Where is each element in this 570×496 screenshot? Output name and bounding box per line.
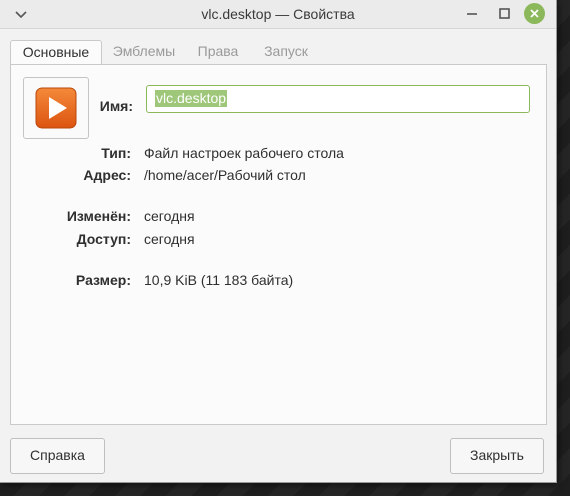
tab-launch[interactable]: Запуск [254, 40, 318, 64]
help-button[interactable]: Справка [10, 438, 105, 474]
minimize-icon[interactable] [462, 4, 482, 24]
location-value: /home/acer/Рабочий стол [144, 167, 306, 183]
tab-basic[interactable]: Основные [10, 40, 102, 66]
title-bar[interactable]: vlc.desktop — Свойства [0, 0, 556, 29]
accessed-value: сегодня [144, 231, 195, 247]
name-label: Имя: [99, 98, 133, 114]
basic-panel: Имя: vlc.desktop Тип: Файл настроек рабо… [10, 64, 547, 425]
size-label: Размер: [75, 272, 131, 288]
type-label: Тип: [101, 145, 131, 161]
size-value: 10,9 KiB (11 183 байта) [144, 272, 294, 288]
type-value: Файл настроек рабочего стола [144, 145, 344, 161]
location-label: Адрес: [83, 167, 131, 183]
maximize-icon[interactable] [494, 4, 514, 24]
accessed-label: Доступ: [76, 231, 131, 247]
name-input-value[interactable]: vlc.desktop [155, 90, 228, 107]
tab-emblems[interactable]: Эмблемы [104, 40, 184, 64]
name-input[interactable]: vlc.desktop [146, 85, 530, 113]
close-icon[interactable] [524, 3, 545, 24]
tab-permissions[interactable]: Права [190, 40, 246, 64]
modified-label: Изменён: [66, 208, 131, 224]
properties-window: vlc.desktop — Свойства Основные Эмблемы … [0, 0, 557, 483]
close-button[interactable]: Закрыть [450, 438, 544, 474]
modified-value: сегодня [144, 208, 195, 224]
